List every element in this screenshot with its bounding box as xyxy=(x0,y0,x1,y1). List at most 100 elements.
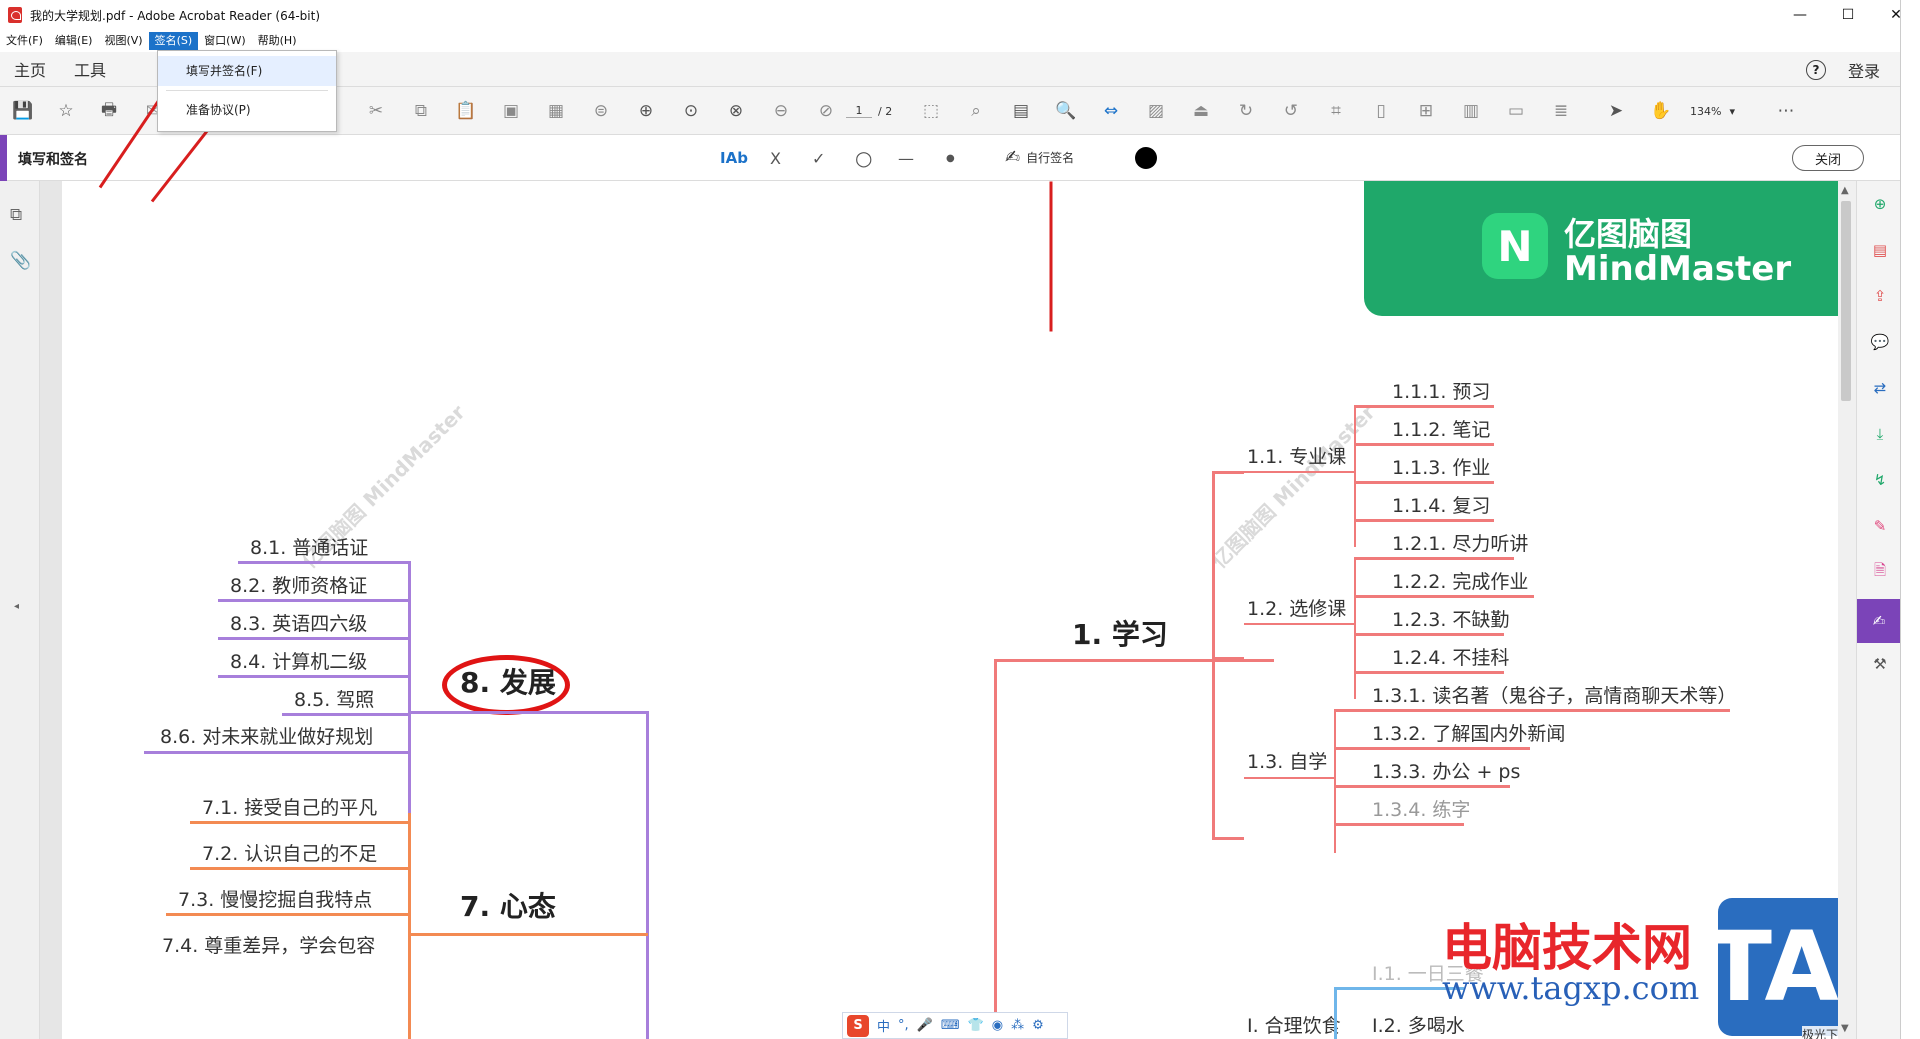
attachment-icon[interactable]: 📎 xyxy=(10,251,31,271)
check-mark-tool[interactable]: ✓ xyxy=(812,147,825,169)
page-current-input[interactable]: 1 xyxy=(846,104,872,118)
accent-bar xyxy=(0,135,7,181)
sign-self-button[interactable]: ✍ 自行签名 xyxy=(1005,147,1074,168)
node-health-1-2: I.2. 多喝水 xyxy=(1372,1015,1465,1037)
menu-file[interactable]: 文件(F) xyxy=(0,32,49,50)
menu-window[interactable]: 窗口(W) xyxy=(198,32,251,50)
menu-edit[interactable]: 编辑(E) xyxy=(49,32,99,50)
connector xyxy=(1244,623,1354,625)
crop-icon[interactable]: ⌗ xyxy=(1325,100,1347,122)
ime-settings-icon[interactable]: ⚙ xyxy=(1032,1018,1044,1033)
line-tool[interactable]: — xyxy=(898,147,914,169)
page-thumb-icon[interactable]: ▤ xyxy=(1010,100,1032,122)
scroll-down-icon[interactable]: ▼ xyxy=(1841,1023,1849,1034)
comment-icon[interactable]: 💬 xyxy=(1869,331,1891,353)
lines-icon[interactable]: ≣ xyxy=(1550,100,1572,122)
connector xyxy=(190,867,410,870)
dot-tool[interactable]: ● xyxy=(946,147,955,169)
next-page-down-icon[interactable]: ⊙ xyxy=(680,100,702,122)
zoom-search-icon[interactable]: ⌕ xyxy=(965,100,987,122)
more-icon[interactable]: ⋯ xyxy=(1775,100,1797,122)
connector xyxy=(1244,777,1334,779)
node-study-1-1: 1.1.1. 预习 xyxy=(1392,381,1491,403)
expand-left-icon[interactable]: ◂ xyxy=(14,601,34,621)
color-picker-dot[interactable] xyxy=(1135,147,1157,169)
export-pdf-icon[interactable]: ⇪ xyxy=(1869,285,1891,307)
ime-lang-icon[interactable]: 中 xyxy=(877,1016,890,1035)
connector xyxy=(1354,405,1494,408)
minimize-button[interactable]: — xyxy=(1776,0,1824,30)
marquee-zoom-icon[interactable]: ⬚ xyxy=(920,100,942,122)
tab-home[interactable]: 主页 xyxy=(0,57,60,81)
grid-icon[interactable]: ⊞ xyxy=(1415,100,1437,122)
snapshot-icon[interactable]: ▣ xyxy=(500,100,522,122)
sign-dropdown: 填写并签名(F) 准备协议(P) xyxy=(157,50,337,132)
paste-icon[interactable]: 📋 xyxy=(455,100,477,122)
present-icon[interactable]: ▭ xyxy=(1505,100,1527,122)
sign-self-label: 自行签名 xyxy=(1026,151,1075,165)
ime-punct-icon[interactable]: °, xyxy=(898,1018,909,1033)
scissors-icon[interactable]: ✂ xyxy=(365,100,387,122)
prev-page-up-icon[interactable]: ⊕ xyxy=(635,100,657,122)
protect-icon[interactable]: 🗎 xyxy=(1869,561,1891,583)
scan-icon[interactable]: ⏏ xyxy=(1190,100,1212,122)
menu-help[interactable]: 帮助(H) xyxy=(252,32,303,50)
rotate-ccw-icon[interactable]: ↺ xyxy=(1280,100,1302,122)
zoom-select[interactable]: 134% ▾ xyxy=(1690,100,1750,122)
ime-skin-icon[interactable]: 👕 xyxy=(968,1018,984,1033)
menu-item-prepare[interactable]: 准备协议(P) xyxy=(158,95,336,125)
help-icon[interactable]: ? xyxy=(1805,59,1826,80)
menu-sign[interactable]: 签名(S) xyxy=(148,32,199,50)
compress-icon[interactable]: ⤓ xyxy=(1869,423,1891,445)
close-fill-sign-button[interactable]: 关闭 xyxy=(1792,145,1864,171)
circle-tool[interactable]: ○ xyxy=(855,146,872,170)
more-tools-icon[interactable]: ⚒ xyxy=(1869,653,1891,675)
connector xyxy=(166,913,410,916)
ime-mic-icon[interactable]: 🎤 xyxy=(917,1018,933,1033)
ime-emoji-icon[interactable]: ◉ xyxy=(992,1018,1003,1033)
organize-icon[interactable]: ▦ xyxy=(545,100,567,122)
image-icon[interactable]: ▨ xyxy=(1145,100,1167,122)
fit-icon[interactable]: ⊗ xyxy=(725,100,747,122)
ime-tools-icon[interactable]: ⁂ xyxy=(1011,1018,1024,1033)
save-icon[interactable]: 💾 xyxy=(12,100,34,122)
fit-width-icon[interactable]: ⇔ xyxy=(1100,100,1122,122)
forward-icon[interactable]: ⊘ xyxy=(815,100,837,122)
ime-keyboard-icon[interactable]: ⌨ xyxy=(941,1018,960,1033)
red-highlight-ellipse xyxy=(442,655,570,715)
scroll-up-icon[interactable]: ▲ xyxy=(1841,185,1849,196)
edit-pen-icon[interactable]: ✎ xyxy=(1869,515,1891,537)
node-mind-1: 7.1. 接受自己的平凡 xyxy=(202,797,378,819)
select-cursor-icon[interactable]: ➤ xyxy=(1605,100,1627,122)
outer-window-edge xyxy=(1900,0,1920,1039)
add-text-tool[interactable]: IAb xyxy=(720,147,748,169)
cross-mark-tool[interactable]: X xyxy=(770,147,781,169)
maximize-button[interactable]: ☐ xyxy=(1824,0,1872,30)
node-study-2-4: 1.2.4. 不挂科 xyxy=(1392,647,1510,669)
find-icon[interactable]: 🔍 xyxy=(1055,100,1077,122)
convert-icon[interactable]: ↯ xyxy=(1869,469,1891,491)
back-icon[interactable]: ⊖ xyxy=(770,100,792,122)
pages-panel-icon[interactable]: ⧉ xyxy=(10,205,30,225)
menu-item-fill-sign[interactable]: 填写并签名(F) xyxy=(158,56,336,86)
bookmark-star-icon[interactable]: ☆ xyxy=(55,100,77,122)
site-url: www.tagxp.com xyxy=(1442,969,1700,1007)
two-page-icon[interactable]: ▥ xyxy=(1460,100,1482,122)
tab-tools[interactable]: 工具 xyxy=(60,57,120,81)
scroll-thumb[interactable] xyxy=(1841,201,1851,401)
copy-icon[interactable]: ⧉ xyxy=(410,100,432,122)
print-icon[interactable]: 🖶 xyxy=(98,100,120,122)
login-button[interactable]: 登录 xyxy=(1848,58,1880,82)
combine-icon[interactable]: ▤ xyxy=(1869,239,1891,261)
fill-sign-icon[interactable]: ✍ xyxy=(1857,599,1901,643)
node-develop-1: 8.1. 普通话证 xyxy=(250,537,369,559)
page-icon[interactable]: ▯ xyxy=(1370,100,1392,122)
stamp-icon[interactable]: ⊜ xyxy=(590,100,612,122)
vertical-scrollbar[interactable]: ▲ ▼ xyxy=(1838,181,1854,1039)
connector xyxy=(1354,405,1356,547)
share-icon[interactable]: ⇄ xyxy=(1869,377,1891,399)
hand-icon[interactable]: ✋ xyxy=(1650,100,1672,122)
menu-view[interactable]: 视图(V) xyxy=(98,32,148,50)
rotate-cw-icon[interactable]: ↻ xyxy=(1235,100,1257,122)
create-pdf-icon[interactable]: ⊕ xyxy=(1869,193,1891,215)
